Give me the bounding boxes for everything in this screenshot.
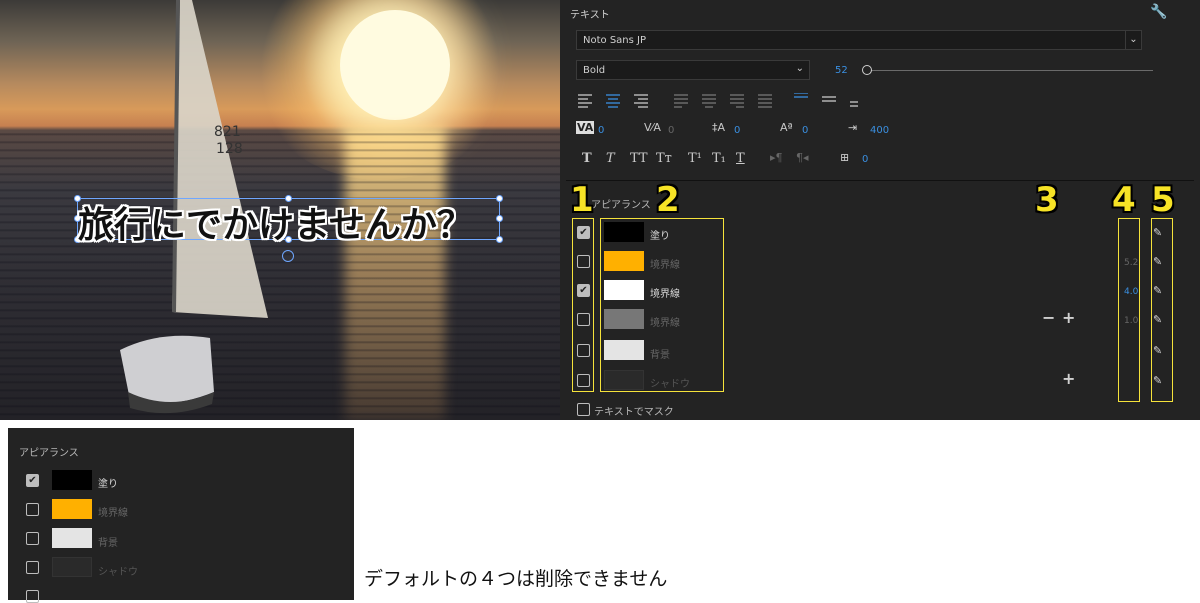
chevron-down-icon: ⌄ bbox=[795, 63, 804, 74]
mask-with-text-checkbox[interactable] bbox=[577, 403, 590, 416]
panel-title: テキスト bbox=[570, 10, 610, 21]
appearance-section-label: アピアランス bbox=[19, 448, 79, 459]
layer-label: 背景 bbox=[98, 538, 118, 549]
note-text: デフォルトの４つは削除できません bbox=[364, 568, 668, 590]
anchor-point[interactable] bbox=[282, 250, 294, 262]
callout-box-5 bbox=[1151, 218, 1173, 402]
chevron-down-icon: ⌄ bbox=[1125, 31, 1141, 49]
tab-width-icon[interactable]: ⊞ bbox=[840, 151, 849, 164]
font-family-dropdown[interactable]: Noto Sans JP ⌄ bbox=[576, 30, 1142, 50]
wrench-icon[interactable]: 🔧 bbox=[1150, 4, 1167, 20]
stroke-checkbox[interactable] bbox=[26, 503, 39, 516]
superscript-icon[interactable]: T¹ bbox=[688, 151, 702, 166]
leading-value[interactable]: 0 bbox=[734, 125, 740, 136]
callout-number-2: 2 bbox=[656, 180, 680, 220]
add-shadow-button[interactable]: + bbox=[1062, 369, 1075, 388]
font-style-value: Bold bbox=[583, 65, 606, 76]
kerning-value[interactable]: 0 bbox=[668, 125, 674, 136]
faux-bold-icon[interactable]: T bbox=[582, 151, 592, 166]
callout-number-5: 5 bbox=[1151, 180, 1175, 220]
default-appearance-panel: アピアランス ✔ 塗り 境界線 背景 シャドウ bbox=[8, 428, 354, 603]
background-checkbox[interactable] bbox=[26, 532, 39, 545]
font-size-slider-track[interactable] bbox=[866, 70, 1153, 71]
tracking-value[interactable]: 0 bbox=[598, 125, 604, 136]
caption-text[interactable]: 旅行にでかけませんか？ bbox=[78, 196, 473, 248]
tsume-icon[interactable]: ⇥ bbox=[848, 121, 857, 134]
resize-handle-r[interactable] bbox=[496, 215, 503, 222]
callout-box-4 bbox=[1118, 218, 1140, 402]
alignment-row bbox=[578, 93, 858, 108]
small-caps-icon[interactable]: Tт bbox=[656, 151, 672, 166]
sail-number-bottom: 128 bbox=[216, 141, 243, 157]
layer-label: シャドウ bbox=[98, 567, 138, 578]
font-size-slider-knob[interactable] bbox=[862, 65, 872, 75]
callout-number-3: 3 bbox=[1035, 180, 1059, 220]
resize-handle-tr[interactable] bbox=[496, 195, 503, 202]
shadow-checkbox[interactable] bbox=[26, 561, 39, 574]
tracking-icon[interactable]: VA bbox=[576, 121, 595, 134]
background-swatch[interactable] bbox=[52, 528, 92, 548]
underline-icon[interactable]: T bbox=[736, 151, 745, 166]
baseline-shift-icon[interactable]: Aª bbox=[780, 121, 793, 134]
faux-italic-icon[interactable]: T bbox=[606, 151, 615, 166]
callout-number-4: 4 bbox=[1112, 180, 1136, 220]
sail-number-top: 821 bbox=[214, 124, 241, 140]
callout-box-1 bbox=[572, 218, 594, 392]
fill-checkbox[interactable]: ✔ bbox=[26, 474, 39, 487]
callout-box-2 bbox=[600, 218, 724, 392]
kerning-icon[interactable]: V⁄A bbox=[644, 121, 661, 134]
paragraph-rtl-icon[interactable]: ¶◂ bbox=[796, 151, 809, 164]
tab-width-value[interactable]: 0 bbox=[862, 154, 868, 165]
paragraph-ltr-icon[interactable]: ▸¶ bbox=[770, 151, 783, 164]
shadow-swatch[interactable] bbox=[52, 557, 92, 577]
all-caps-icon[interactable]: TT bbox=[630, 151, 648, 166]
stroke-swatch[interactable] bbox=[52, 499, 92, 519]
appearance-section-label: アピアランス bbox=[591, 200, 651, 211]
mask-with-text-label: テキストでマスク bbox=[594, 407, 674, 418]
fill-swatch[interactable] bbox=[52, 470, 92, 490]
layer-label: 塗り bbox=[98, 479, 118, 490]
leading-icon[interactable]: ‡A bbox=[712, 121, 725, 134]
tsume-value[interactable]: 400 bbox=[870, 125, 889, 136]
remove-stroke-button[interactable]: − bbox=[1042, 308, 1055, 327]
subscript-icon[interactable]: T₁ bbox=[712, 151, 726, 166]
callout-number-1: 1 bbox=[570, 180, 594, 220]
resize-handle-br[interactable] bbox=[496, 236, 503, 243]
layer-label: 境界線 bbox=[98, 508, 128, 519]
extra-checkbox[interactable] bbox=[26, 590, 39, 603]
add-stroke-button[interactable]: + bbox=[1062, 308, 1075, 327]
video-preview: 821 128 旅行にでかけませんか？ bbox=[0, 0, 560, 420]
font-size-value[interactable]: 52 bbox=[835, 65, 848, 76]
font-style-dropdown[interactable]: Bold ⌄ bbox=[576, 60, 810, 80]
font-family-value: Noto Sans JP bbox=[583, 35, 646, 46]
text-properties-panel: テキスト 🔧 Noto Sans JP ⌄ Bold ⌄ 52 VA 0 V⁄A… bbox=[560, 0, 1200, 420]
baseline-shift-value[interactable]: 0 bbox=[802, 125, 808, 136]
